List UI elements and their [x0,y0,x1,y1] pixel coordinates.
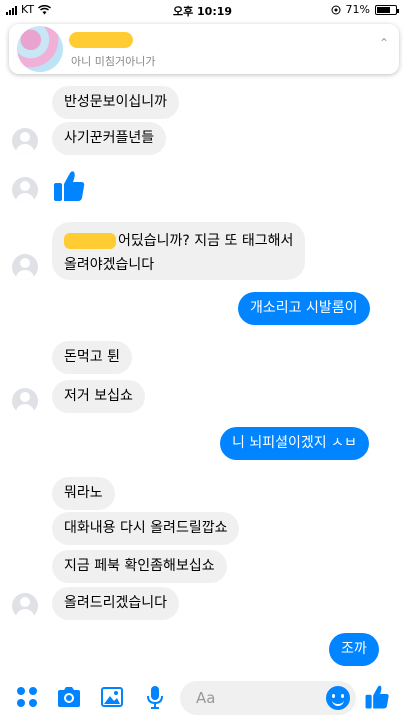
incoming-message[interactable]: 올려드리겠습니다 [52,587,180,620]
incoming-message[interactable]: 돈먹고 튄 [52,341,132,374]
incoming-message[interactable]: 뭐라노 [52,477,115,510]
more-apps-icon[interactable] [14,684,40,710]
camera-icon[interactable] [56,684,82,710]
message-input[interactable]: Aa [180,681,356,715]
incoming-message[interactable]: 저거 보십쇼 [52,380,145,413]
sender-avatar [12,177,38,203]
incoming-message[interactable]: 반성문보이십니까 [52,86,180,119]
sender-avatar [12,128,38,154]
thumbs-up-icon[interactable] [52,169,86,203]
redacted-name [64,233,116,249]
incoming-message[interactable]: 사기꾼커플년들 [52,122,167,155]
like-button[interactable] [364,684,390,710]
emoji-icon[interactable] [326,686,350,710]
outgoing-message[interactable]: 개소리고 시발롬이 [238,292,370,325]
message-input-placeholder: Aa [196,689,216,707]
sender-avatar [12,388,38,414]
sender-avatar [12,254,38,280]
outgoing-message[interactable]: 니 뇌피셜이겠지 ㅅㅂ [220,427,369,460]
sender-avatar [12,593,38,619]
incoming-message[interactable]: 지금 페북 확인좀해보십쇼 [52,550,227,583]
microphone-icon[interactable] [142,684,168,710]
message-list[interactable]: 반성문보이십니까 사기꾼커플년들 어딨습니까? 지금 또 태그해서 올려야겠습니… [0,0,405,676]
composer-bar: Aa [0,676,405,720]
incoming-message[interactable]: 어딨습니까? 지금 또 태그해서 올려야겠습니다 [52,222,306,280]
incoming-message[interactable]: 대화내용 다시 올려드릴깝쇼 [52,512,240,545]
photo-icon[interactable] [99,684,125,710]
outgoing-message[interactable]: 조까 [329,633,379,666]
messenger-chat-screen: KT 오후 10:19 71% 아니 미침거아니가 ⌃ 반성문보이십니까 사기꾼… [0,0,405,720]
